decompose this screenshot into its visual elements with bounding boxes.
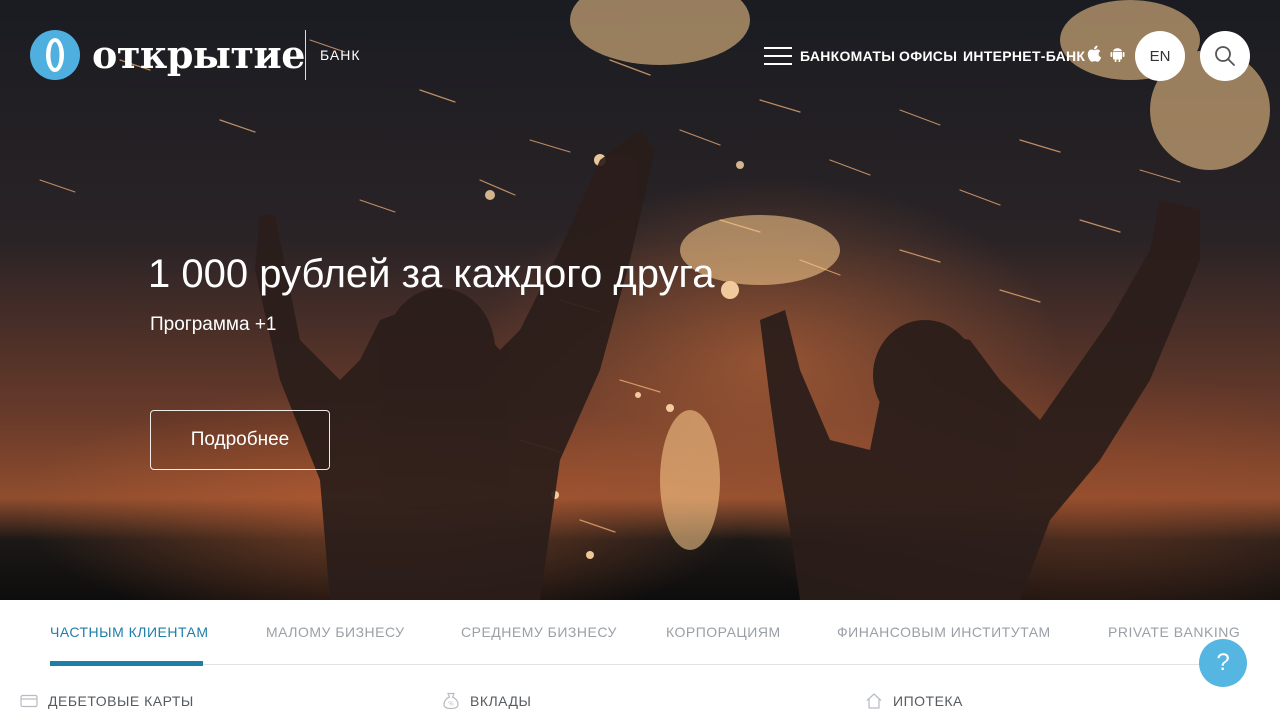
more-button[interactable]: Подробнее (150, 410, 330, 470)
logo-divider (305, 30, 306, 80)
apple-icon[interactable] (1087, 45, 1101, 62)
search-button[interactable] (1200, 31, 1250, 81)
svg-text:%: % (448, 701, 454, 708)
people-silhouettes (255, 130, 1200, 600)
logo-emblem-icon (30, 30, 80, 80)
hero-subtitle: Программа +1 (150, 314, 277, 335)
help-button[interactable]: ? (1199, 639, 1247, 687)
subnav-deposits[interactable]: % ВКЛАДЫ (442, 692, 531, 710)
android-icon[interactable] (1110, 46, 1125, 62)
hero-title: 1 000 рублей за каждого друга (148, 252, 715, 296)
nav-offices[interactable]: ОФИСЫ (899, 48, 957, 64)
active-tab-indicator (50, 661, 203, 666)
subnav-debit-cards[interactable]: ДЕБЕТОВЫЕ КАРТЫ (20, 692, 194, 710)
tabs-divider (50, 664, 1230, 665)
tab-private-banking[interactable]: PRIVATE BANKING (1108, 624, 1240, 640)
logo-bank-label: БАНК (320, 47, 361, 63)
logo-wordmark: открытие (92, 32, 305, 77)
hero-banner (0, 0, 1280, 600)
tab-private-clients[interactable]: ЧАСТНЫМ КЛИЕНТАМ (50, 624, 209, 640)
tab-corporations[interactable]: КОРПОРАЦИЯМ (666, 624, 781, 640)
subnav-label: ВКЛАДЫ (470, 693, 532, 709)
tab-small-business[interactable]: МАЛОМУ БИЗНЕСУ (266, 624, 405, 640)
subnav-label: ИПОТЕКА (893, 693, 963, 709)
money-bag-icon: % (443, 692, 459, 710)
tab-financial-institutions[interactable]: ФИНАНСОВЫМ ИНСТИТУТАМ (837, 624, 1051, 640)
search-icon (1215, 46, 1235, 66)
language-switch-button[interactable]: EN (1135, 31, 1185, 81)
card-icon (20, 694, 38, 708)
subnav-label: ДЕБЕТОВЫЕ КАРТЫ (48, 693, 194, 709)
hamburger-icon[interactable] (764, 46, 792, 66)
subnav-mortgage[interactable]: ИПОТЕКА (865, 692, 963, 710)
nav-atms[interactable]: БАНКОМАТЫ (800, 48, 895, 64)
nav-internet-bank[interactable]: ИНТЕРНЕТ-БАНК (963, 48, 1085, 64)
tab-medium-business[interactable]: СРЕДНЕМУ БИЗНЕСУ (461, 624, 617, 640)
house-icon (866, 693, 882, 709)
bank-logo[interactable]: открытие (30, 30, 305, 80)
